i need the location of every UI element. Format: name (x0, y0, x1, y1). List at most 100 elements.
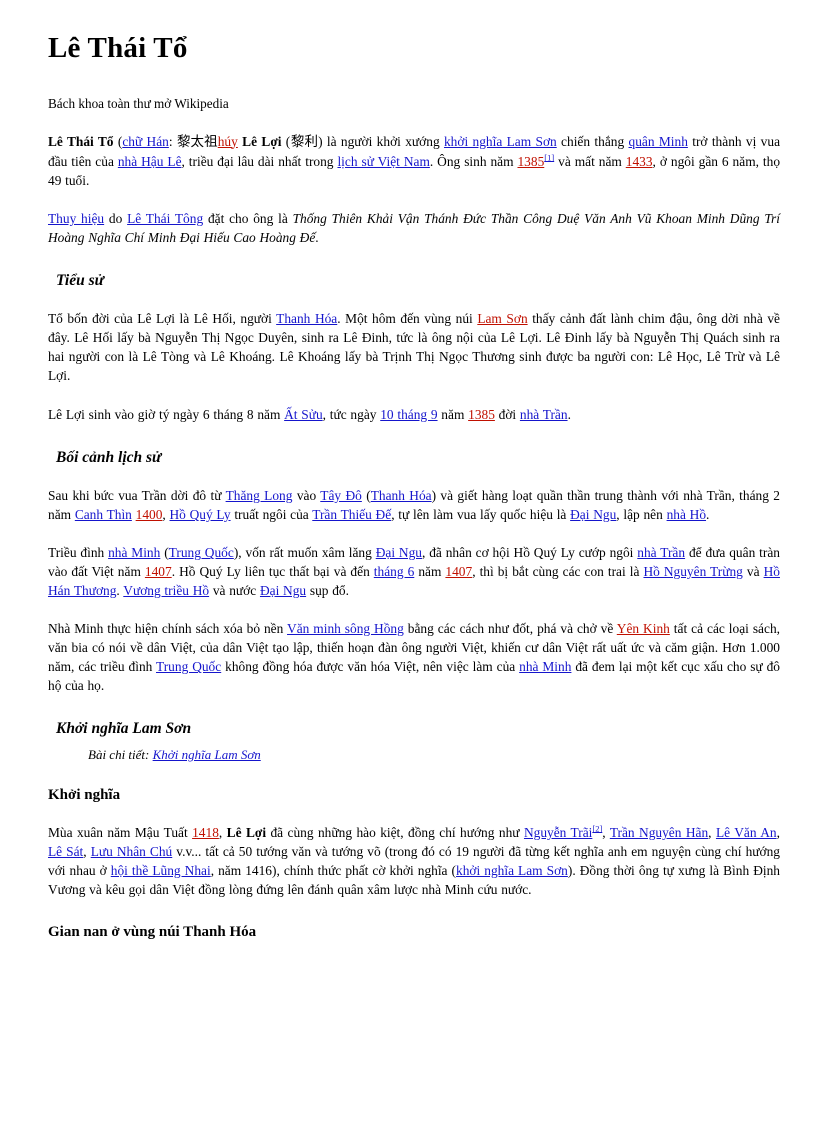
text-segment: , (218, 824, 227, 840)
link-van-minh-song-hong[interactable]: Văn minh sông Hồng (287, 621, 404, 636)
link-thanh-hoa-b[interactable]: Thanh Hóa (371, 488, 432, 503)
reference-link-2[interactable]: [2] (592, 823, 602, 833)
subsection-heading-gian-nan: Gian nan ở vùng núi Thanh Hóa (48, 924, 257, 941)
link-year-1418[interactable]: 1418 (192, 825, 219, 840)
link-trung-quoc-b[interactable]: Trung Quốc (156, 659, 221, 674)
text-segment: ( (281, 133, 291, 149)
link-year-1407-b[interactable]: 1407 (445, 564, 472, 579)
link-le-van-an[interactable]: Lê Văn An (716, 825, 777, 840)
text-segment: Nhà Minh thực hiện chính sách xóa bỏ nền (48, 621, 288, 637)
link-ho-nguyen-trung[interactable]: Hồ Nguyên Trừng (643, 564, 742, 579)
link-thang-6[interactable]: tháng 6 (374, 564, 414, 579)
link-10-thang-9[interactable]: 10 tháng 9 (380, 407, 437, 422)
text-segment: bằng các cách như đốt, phá và chở về (403, 621, 617, 637)
link-lich-su-viet-nam[interactable]: lịch sử Việt Nam (337, 154, 429, 169)
link-lam-son[interactable]: Lam Sơn (477, 311, 527, 326)
link-tran-nguyen-han[interactable]: Trần Nguyên Hãn (610, 825, 708, 840)
intro-paragraph-1: Lê Thái Tổ (chữ Hán: 黎太祖húy Lê Lợi (黎利) … (48, 132, 780, 190)
link-le-sat[interactable]: Lê Sát (48, 844, 83, 859)
text-segment: sụp đổ. (306, 583, 349, 599)
text-segment: đời (494, 406, 520, 422)
link-canh-thin[interactable]: Canh Thìn (75, 507, 132, 522)
link-dai-ngu-b[interactable]: Đại Ngu (376, 545, 422, 560)
section-heading-boi-canh-lich-su: Bối cảnh lịch sử (56, 448, 162, 466)
text-segment: chiến thắng (556, 133, 629, 149)
link-luu-nhan-chu[interactable]: Lưu Nhân Chú (91, 844, 173, 859)
link-ho-quy-ly[interactable]: Hồ Quý Ly (170, 507, 231, 522)
link-thang-long[interactable]: Thăng Long (226, 488, 293, 503)
site-subtitle: Bách khoa toàn thư mở Wikipedia (48, 96, 229, 112)
han-characters-le-thai-to: 黎太祖 (176, 133, 218, 150)
link-thuy-hieu[interactable]: Thuy hiệu (48, 211, 104, 226)
link-chu-han[interactable]: chữ Hán (122, 134, 169, 149)
tieu-su-paragraph-1: Tổ bốn đời của Lê Lợi là Lê Hối, người T… (48, 309, 780, 385)
text-segment: . (315, 229, 319, 245)
text-segment: năm (437, 406, 469, 422)
text-segment: ) là người khởi xướng (318, 133, 444, 149)
text-segment: năm (414, 564, 446, 580)
see-also-note: Bài chi tiết: Khởi nghĩa Lam Sơn (88, 747, 780, 764)
link-tran-thieu-de[interactable]: Trần Thiếu Đế (312, 507, 391, 522)
boi-canh-paragraph-1: Sau khi bức vua Trần dời đô từ Thăng Lon… (48, 486, 780, 524)
link-le-thai-tong[interactable]: Lê Thái Tông (127, 211, 203, 226)
text-segment: . Một hôm đến vùng núi (337, 311, 478, 327)
link-thanh-hoa[interactable]: Thanh Hóa (276, 311, 337, 326)
reference-link-1[interactable]: [1] (544, 152, 554, 162)
link-nha-ho[interactable]: nhà Hồ (667, 507, 706, 522)
link-quan-minh[interactable]: quân Minh (629, 134, 688, 149)
text-segment: , (83, 843, 91, 859)
link-nha-minh[interactable]: nhà Minh (108, 545, 160, 560)
link-at-suu[interactable]: Ất Sửu (284, 407, 323, 422)
link-yen-kinh[interactable]: Yên Kinh (617, 621, 670, 636)
reference-marker-2[interactable]: [2] (592, 823, 602, 833)
text-segment: ( (160, 545, 169, 561)
subsection-heading-khoi-nghia: Khởi nghĩa (48, 786, 121, 803)
birth-name-bold: Lê Lợi (242, 133, 282, 149)
boi-canh-paragraph-3: Nhà Minh thực hiện chính sách xóa bỏ nền… (48, 619, 780, 695)
text-segment: , (162, 507, 170, 523)
link-nha-tran[interactable]: nhà Trần (520, 407, 568, 422)
tieu-su-paragraph-2: Lê Lợi sinh vào giờ tý ngày 6 tháng 8 nă… (48, 405, 780, 424)
han-characters-le-loi: 黎利 (290, 133, 319, 150)
text-segment: không đồng hóa được văn hóa Việt, nên vi… (221, 659, 520, 675)
link-nha-tran-b[interactable]: nhà Trần (637, 545, 685, 560)
link-nha-hau-le[interactable]: nhà Hậu Lê (118, 154, 182, 169)
link-khoi-nghia-lam-son-b[interactable]: khởi nghĩa Lam Sơn (456, 863, 568, 878)
text-segment: . Ông sinh năm (429, 153, 518, 169)
link-nha-minh-b[interactable]: nhà Minh (519, 659, 571, 674)
text-segment: do (104, 210, 128, 226)
text-segment: Triều đình (48, 545, 109, 561)
text-segment: , (708, 824, 716, 840)
text-segment: Lê Lợi sinh vào giờ tý ngày 6 tháng 8 nă… (48, 406, 285, 422)
reference-marker-1[interactable]: [1] (544, 152, 554, 162)
text-segment: ( (361, 488, 371, 504)
link-nguyen-trai[interactable]: Nguyễn Trãi (524, 825, 592, 840)
link-hoi-the-lung-nhai[interactable]: hội thề Lũng Nhai (111, 863, 211, 878)
link-tay-do[interactable]: Tây Đô (320, 488, 362, 503)
link-year-1385-b[interactable]: 1385 (468, 407, 495, 422)
link-main-article-khoi-nghia-lam-son[interactable]: Khởi nghĩa Lam Sơn (153, 747, 261, 762)
khoi-nghia-paragraph: Mùa xuân năm Mậu Tuất 1418, Lê Lợi đã cù… (48, 823, 780, 899)
text-segment: và nước (209, 583, 260, 599)
text-segment: ( (113, 133, 123, 149)
link-year-1385[interactable]: 1385 (517, 154, 544, 169)
link-dai-ngu[interactable]: Đại Ngu (570, 507, 616, 522)
link-trung-quoc[interactable]: Trung Quốc (169, 545, 234, 560)
text-segment: , thì bị bắt cùng các con trai là (472, 564, 644, 580)
text-segment: , tức ngày (322, 406, 381, 422)
link-year-1400[interactable]: 1400 (136, 507, 163, 522)
text-segment: , năm 1416), chính thức phất cờ khởi ngh… (210, 862, 457, 878)
text-segment: đặt cho ông là (203, 210, 293, 226)
text-segment: . Hồ Quý Ly liên tục thất bại và đến (171, 564, 374, 580)
text-segment: và mất năm (554, 153, 626, 169)
link-year-1433[interactable]: 1433 (626, 154, 653, 169)
link-khoi-nghia-lam-son[interactable]: khởi nghĩa Lam Sơn (444, 134, 557, 149)
page-title: Lê Thái Tổ (48, 32, 188, 64)
link-year-1407-a[interactable]: 1407 (145, 564, 172, 579)
link-huy[interactable]: húy (218, 134, 238, 149)
text-segment: và (742, 564, 764, 580)
link-dai-ngu-c[interactable]: Đại Ngu (260, 583, 306, 598)
text-segment: ), vốn rất muốn xâm lăng (233, 545, 376, 561)
link-vuong-trieu-ho[interactable]: Vương triều Hồ (123, 583, 209, 598)
section-heading-tieu-su: Tiểu sử (56, 271, 104, 289)
